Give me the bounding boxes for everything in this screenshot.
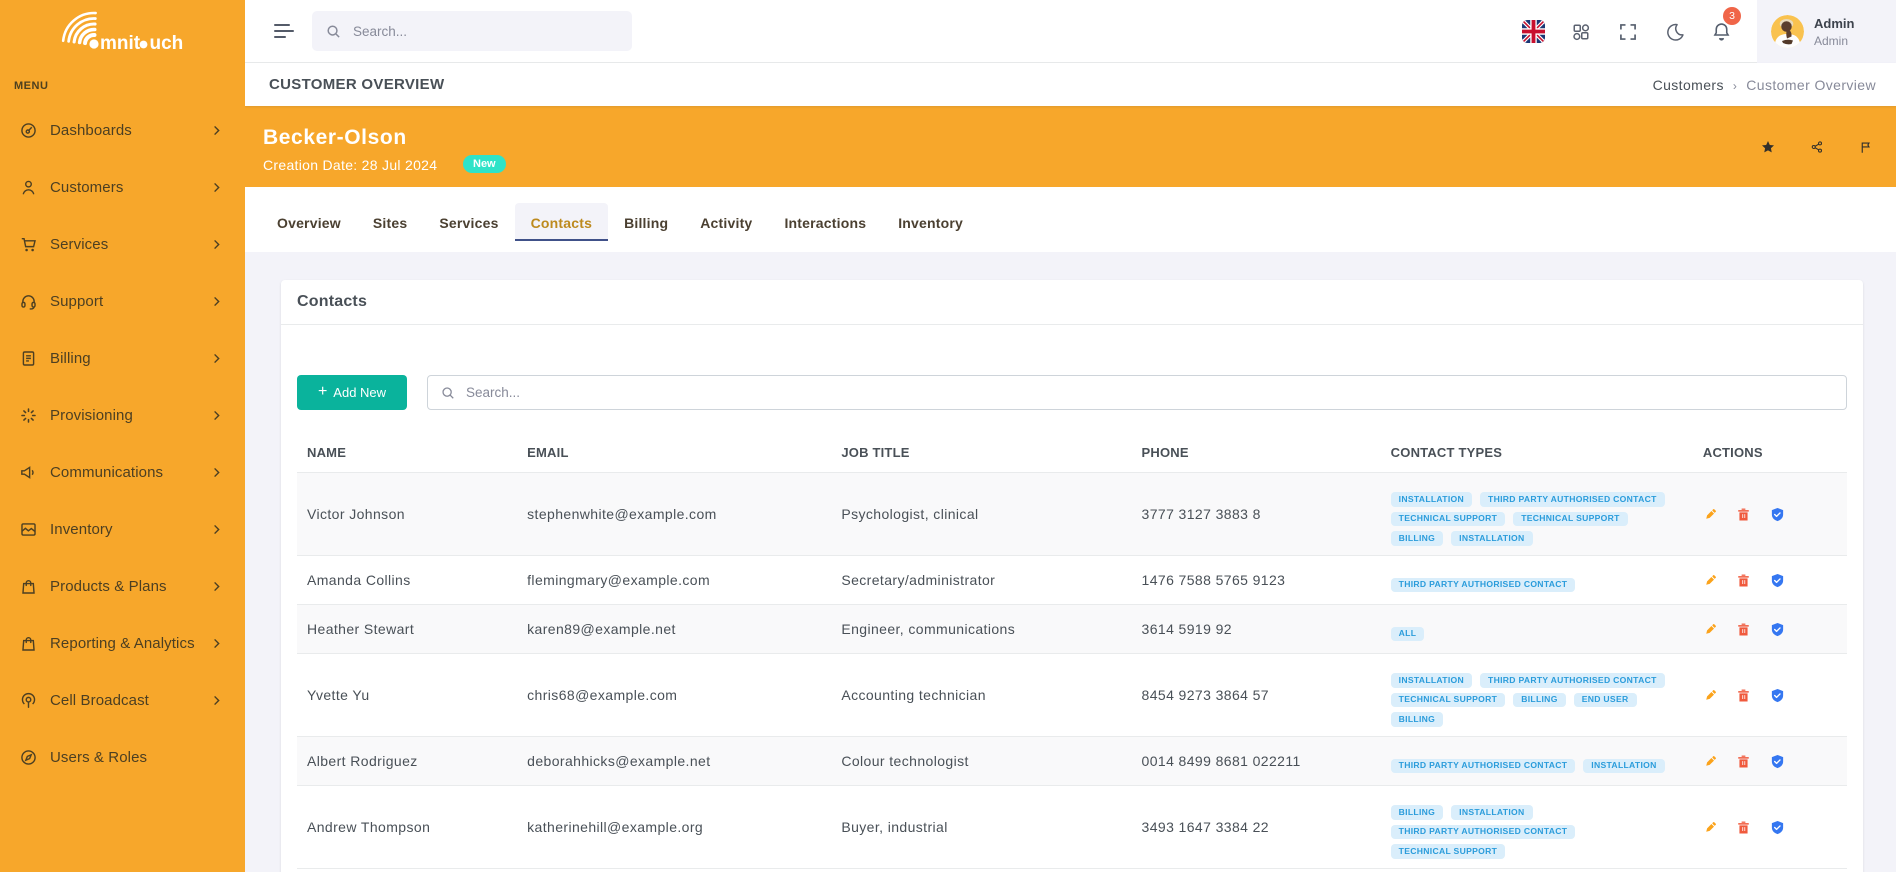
svg-text:mnit: mnit xyxy=(100,33,141,54)
svg-text:uch: uch xyxy=(150,33,184,54)
